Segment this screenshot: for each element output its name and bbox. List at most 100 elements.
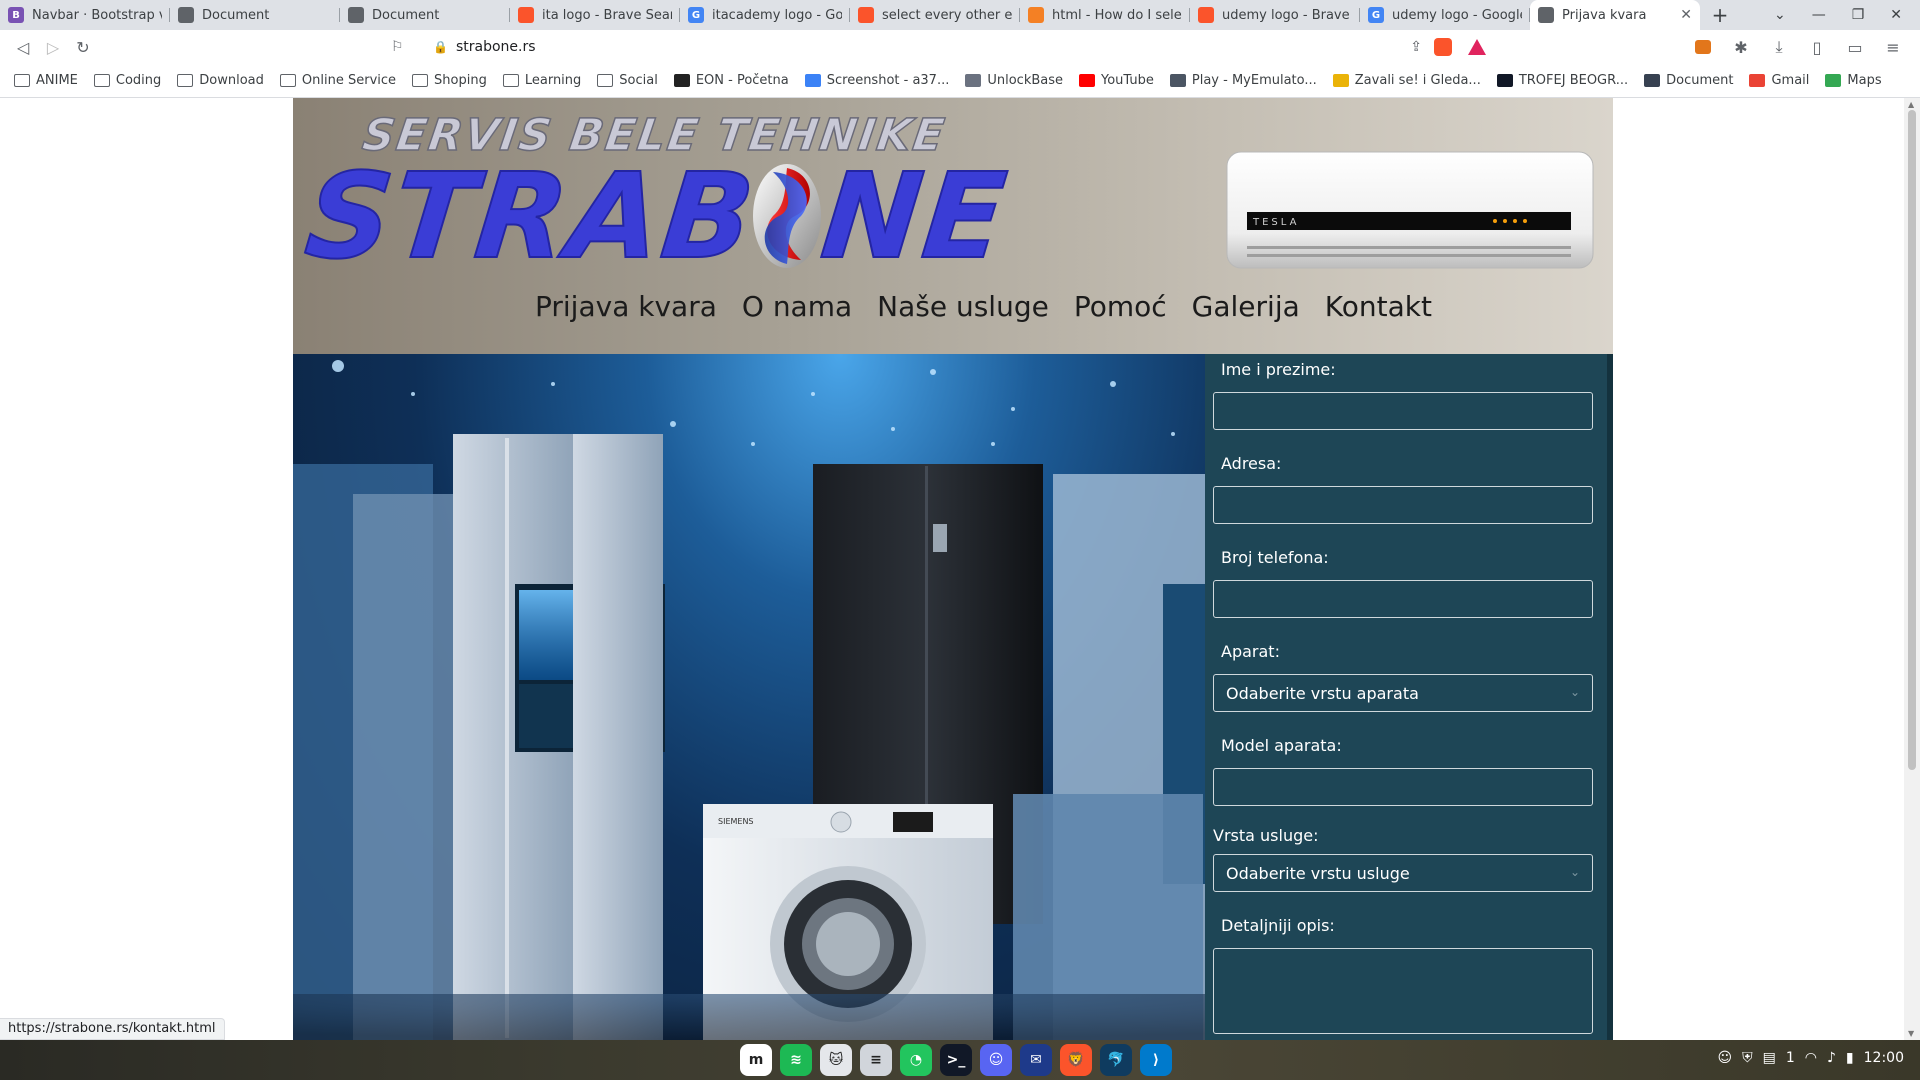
nav-kontakt[interactable]: Kontakt — [1325, 290, 1432, 323]
bookmark-link[interactable]: Screenshot - a37... — [804, 73, 949, 88]
terminal-icon[interactable]: >_ — [940, 1044, 972, 1076]
bookmark-label: Learning — [524, 73, 582, 88]
brave-shields-icon[interactable] — [1434, 38, 1452, 56]
mail-icon[interactable]: ✉ — [1020, 1044, 1052, 1076]
bookmark-link[interactable]: YouTube — [1079, 73, 1154, 88]
browser-tab[interactable]: html - How do I select — [1020, 0, 1190, 30]
shield-tray-icon[interactable]: ⛨ — [1742, 1050, 1753, 1066]
new-tab-button[interactable]: + — [1700, 0, 1740, 30]
tab-search-button[interactable]: ⌄ — [1774, 7, 1786, 23]
extensions-icon[interactable]: ✱ — [1726, 32, 1756, 62]
mysql-workbench-icon[interactable]: 🐬 — [1100, 1044, 1132, 1076]
discord-icon[interactable]: ☺ — [980, 1044, 1012, 1076]
discord-tray-icon[interactable]: ☺ — [1718, 1050, 1733, 1066]
browser-tab[interactable]: ita logo - Brave Search — [510, 0, 680, 30]
cat-app-icon[interactable]: 🐱 — [820, 1044, 852, 1076]
device-select[interactable]: Odaberite vrstu aparata ⌄ — [1213, 674, 1593, 712]
bookmark-link[interactable]: Maps — [1825, 73, 1882, 88]
url-text[interactable]: strabone.rs — [456, 39, 536, 55]
brave-icon[interactable]: 🦁 — [1060, 1044, 1092, 1076]
clock[interactable]: 12:00 — [1864, 1050, 1904, 1066]
bookmark-folder[interactable]: Social — [597, 73, 658, 88]
bookmark-folder[interactable]: Online Service — [279, 73, 396, 88]
reload-button[interactable]: ↻ — [68, 32, 98, 62]
browser-tab[interactable]: Document — [170, 0, 340, 30]
menu-icon[interactable]: ≡ — [1878, 32, 1908, 62]
address-field[interactable] — [1213, 486, 1593, 524]
bookmark-link[interactable]: UnlockBase — [965, 73, 1063, 88]
nav-pomoc[interactable]: Pomoć — [1074, 290, 1167, 323]
downloads-icon[interactable]: ⤓ — [1764, 32, 1794, 62]
bookmark-link[interactable]: Document — [1644, 73, 1733, 88]
sidebar-icon[interactable]: ▯ — [1802, 32, 1832, 62]
metamask-icon[interactable] — [1688, 32, 1718, 62]
spotify-icon[interactable]: ≋ — [780, 1044, 812, 1076]
bookmark-link[interactable]: EON - Početna — [673, 73, 789, 88]
minimize-button[interactable]: — — [1812, 7, 1826, 23]
device-label: Aparat: — [1221, 642, 1280, 661]
details-textarea[interactable] — [1213, 948, 1593, 1034]
nav-o-nama[interactable]: O nama — [742, 290, 852, 323]
scrollbar-thumb[interactable] — [1908, 110, 1916, 770]
scroll-down-icon[interactable]: ▼ — [1908, 1029, 1914, 1038]
browser-tab[interactable]: Gitacademy logo - Goog — [680, 0, 850, 30]
address-bar[interactable]: ⚐ 🔒 strabone.rs ⇪ — [385, 33, 1500, 61]
model-field[interactable] — [1213, 768, 1593, 806]
tab-favicon-icon — [858, 7, 874, 23]
folder-icon — [597, 74, 614, 87]
phone-field[interactable] — [1213, 580, 1593, 618]
scroll-up-icon[interactable]: ▲ — [1908, 100, 1914, 109]
name-field[interactable] — [1213, 392, 1593, 430]
browser-tab[interactable]: Document — [340, 0, 510, 30]
browser-tab[interactable]: udemy logo - Brave Se — [1190, 0, 1360, 30]
model-label: Model aparata: — [1221, 736, 1342, 755]
brave-rewards-icon[interactable] — [1468, 39, 1486, 55]
bookmark-label: UnlockBase — [987, 73, 1064, 88]
battery-icon[interactable]: ▮ — [1846, 1050, 1854, 1066]
bookmark-page-icon[interactable]: ⚐ — [391, 39, 404, 55]
wallet-icon[interactable]: ▭ — [1840, 32, 1870, 62]
browser-tab[interactable]: Prijava kvara ✕ — [1530, 0, 1700, 30]
bookmark-folder[interactable]: Download — [177, 73, 264, 88]
close-tab-icon[interactable]: ✕ — [1680, 7, 1692, 23]
maximize-button[interactable]: ❐ — [1852, 7, 1865, 23]
chart-app-icon[interactable]: ◔ — [900, 1044, 932, 1076]
wifi-icon[interactable]: ◠ — [1805, 1050, 1817, 1066]
bookmark-folder[interactable]: Coding — [93, 73, 161, 88]
nav-galerija[interactable]: Galerija — [1192, 290, 1300, 323]
bookmark-link[interactable]: TROFEJ BEOGR... — [1496, 73, 1628, 88]
nav-nase-usluge[interactable]: Naše usluge — [877, 290, 1049, 323]
forward-button[interactable]: ▷ — [38, 32, 68, 62]
folder-icon — [279, 74, 296, 87]
bookmark-folder[interactable]: Learning — [502, 73, 582, 88]
folder-icon — [93, 74, 110, 87]
text-editor-icon[interactable]: ≡ — [860, 1044, 892, 1076]
mint-menu-icon[interactable]: m — [740, 1044, 772, 1076]
bookmark-link[interactable]: Play - MyEmulato... — [1169, 73, 1317, 88]
tab-title: ita logo - Brave Search — [542, 7, 672, 23]
volume-icon[interactable]: ♪ — [1827, 1050, 1836, 1066]
nav-prijava-kvara[interactable]: Prijava kvara — [535, 290, 717, 323]
tab-title: Document — [202, 7, 270, 23]
close-window-button[interactable]: ✕ — [1890, 7, 1902, 23]
clipboard-tray-icon[interactable]: ▤ — [1763, 1050, 1776, 1066]
browser-tab[interactable]: Gudemy logo - Google S — [1360, 0, 1530, 30]
site-favicon-icon — [1825, 74, 1842, 87]
bookmark-label: Download — [199, 73, 264, 88]
bookmark-link[interactable]: Gmail — [1749, 73, 1809, 88]
workspace-indicator[interactable]: 1 — [1786, 1050, 1795, 1066]
bookmark-link[interactable]: Zavali se! i Gleda... — [1332, 73, 1481, 88]
lock-icon[interactable]: 🔒 — [433, 40, 448, 54]
page-scrollbar[interactable]: ▲ ▼ — [1904, 98, 1920, 1040]
ac-brand-text: TESLA — [1252, 217, 1299, 228]
service-select[interactable]: Odaberite vrstu usluge ⌄ — [1213, 854, 1593, 892]
bookmark-folder[interactable]: ANIME — [14, 73, 78, 88]
vscode-icon[interactable]: ⟩ — [1140, 1044, 1172, 1076]
bookmark-folder[interactable]: Shoping — [412, 73, 487, 88]
back-button[interactable]: ◁ — [8, 32, 38, 62]
browser-tab[interactable]: select every other elem — [850, 0, 1020, 30]
share-icon[interactable]: ⇪ — [1410, 39, 1422, 55]
site-logo[interactable]: STRAB NE — [299, 146, 1014, 286]
address-label: Adresa: — [1221, 454, 1282, 473]
browser-tab[interactable]: B Navbar · Bootstrap v5 — [0, 0, 170, 30]
